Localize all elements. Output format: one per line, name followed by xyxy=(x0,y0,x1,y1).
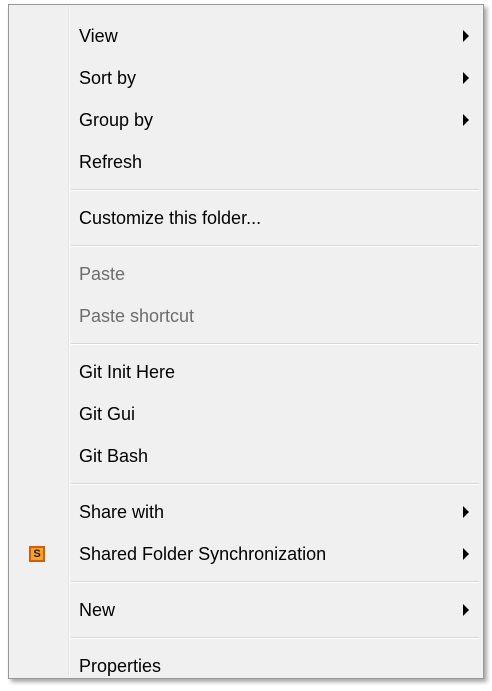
menu-items: View Sort by Group by Refresh Customize … xyxy=(9,15,483,687)
menu-item-git-bash[interactable]: Git Bash xyxy=(9,435,483,477)
menu-item-paste-label: Paste xyxy=(79,263,126,284)
menu-item-properties[interactable]: Properties xyxy=(9,645,483,687)
menu-item-sort-by-label: Sort by xyxy=(79,67,137,88)
menu-separator xyxy=(9,477,483,491)
menu-item-paste-shortcut: Paste shortcut xyxy=(9,295,483,337)
menu-separator xyxy=(9,631,483,645)
menu-item-paste: Paste xyxy=(9,253,483,295)
submenu-arrow-icon xyxy=(463,604,469,616)
submenu-arrow-icon xyxy=(463,506,469,518)
menu-separator xyxy=(9,239,483,253)
menu-item-git-init-here-label: Git Init Here xyxy=(79,361,176,382)
menu-item-share-with-label: Share with xyxy=(79,501,165,522)
submenu-arrow-icon xyxy=(463,548,469,560)
menu-separator xyxy=(9,337,483,351)
menu-item-shared-folder-sync[interactable]: S Shared Folder Synchronization xyxy=(9,533,483,575)
menu-item-group-by[interactable]: Group by xyxy=(9,99,483,141)
menu-separator xyxy=(9,183,483,197)
menu-item-new[interactable]: New xyxy=(9,589,483,631)
menu-item-paste-shortcut-label: Paste shortcut xyxy=(79,305,195,326)
menu-item-new-label: New xyxy=(79,599,116,620)
menu-item-git-init-here[interactable]: Git Init Here xyxy=(9,351,483,393)
menu-item-refresh[interactable]: Refresh xyxy=(9,141,483,183)
submenu-arrow-icon xyxy=(463,72,469,84)
menu-item-git-gui-label: Git Gui xyxy=(79,403,136,424)
menu-item-customize-folder-label: Customize this folder... xyxy=(79,207,262,228)
menu-item-sort-by[interactable]: Sort by xyxy=(9,57,483,99)
menu-item-share-with[interactable]: Share with xyxy=(9,491,483,533)
menu-item-view-label: View xyxy=(79,25,118,46)
menu-item-refresh-label: Refresh xyxy=(79,151,143,172)
menu-item-view[interactable]: View xyxy=(9,15,483,57)
shared-folder-sync-icon: S xyxy=(29,546,45,562)
submenu-arrow-icon xyxy=(463,114,469,126)
menu-item-group-by-label: Group by xyxy=(79,109,154,130)
menu-item-properties-label: Properties xyxy=(79,655,162,676)
menu-separator xyxy=(9,575,483,589)
menu-item-git-gui[interactable]: Git Gui xyxy=(9,393,483,435)
context-menu: View Sort by Group by Refresh Customize … xyxy=(8,4,484,679)
menu-item-shared-folder-sync-label: Shared Folder Synchronization xyxy=(79,543,327,564)
menu-item-git-bash-label: Git Bash xyxy=(79,445,149,466)
submenu-arrow-icon xyxy=(463,30,469,42)
desktop-background: View Sort by Group by Refresh Customize … xyxy=(0,0,492,691)
menu-item-customize-folder[interactable]: Customize this folder... xyxy=(9,197,483,239)
